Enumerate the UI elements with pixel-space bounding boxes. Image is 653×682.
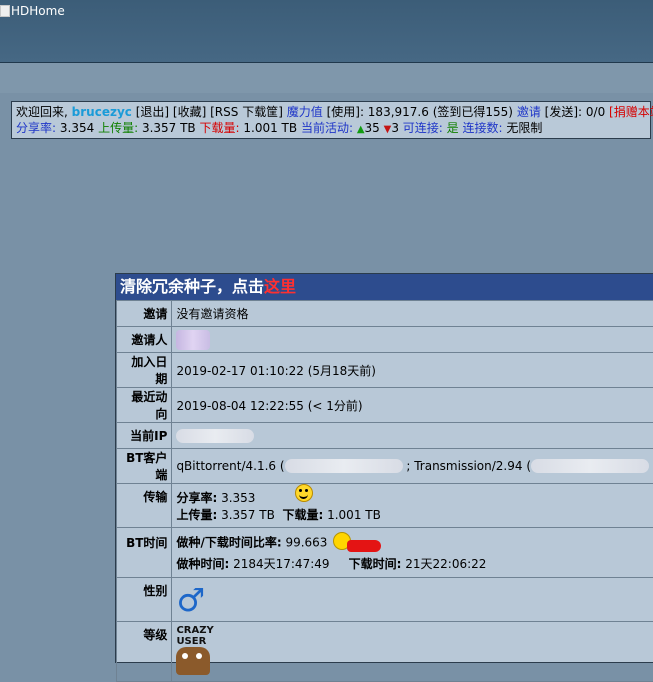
ip-value [172,423,653,449]
invite-value: 没有邀请资格 [172,301,653,327]
user-info-line-2: 分享率: 3.354 上传量: 3.357 TB 下载量: 1.001 TB 当… [16,120,646,138]
bonus-value: : 183,917.6 [360,105,429,119]
transfer-label: 传输 [117,484,172,528]
ratio-label: 分享率: [16,121,56,135]
transfer-value: 分享率: 3.353 上传量: 3.357 TB 下载量: 1.001 TB [172,484,653,528]
site-logo-alt: HDHome [11,4,65,18]
panel-title-text: 清除冗余种子，点击 [120,277,264,296]
transfer-download-label: 下载量: [282,508,323,522]
row-transfer: 传输 分享率: 3.353 上传量: 3.357 TB 下载量: 1.001 T… [117,484,653,528]
transfer-download-value: 1.001 TB [327,508,381,522]
client-value: qBittorrent/4.1.6 ( ; Transmission/2.94 … [172,449,653,484]
download-value: 1.001 TB [243,121,297,135]
rss-basket-link[interactable]: [RSS 下载筐] [210,105,283,119]
header-band [0,63,653,93]
user-info-bar: 欢迎回来, brucezyc [退出] [收藏] [RSS 下载筐] 魔力值 [… [11,101,651,139]
client-a-blurred [285,459,403,473]
bt-time-value: 做种/下载时间比率: 99.663 做种时间: 2184天17:47:49 下载… [172,528,653,578]
client-transmission: ; Transmission/2.94 ( [406,459,531,473]
active-label: 当前活动: [301,121,353,135]
ip-label: 当前IP [117,423,172,449]
bonus-use-link[interactable]: [使用] [327,105,360,119]
row-last-action: 最近动向 2019-08-04 12:22:55 (< 1分前) [117,388,653,423]
user-detail-panel: 清除冗余种子，点击这里 邀请 没有邀请资格 邀请人 加入日期 2019-02-1… [115,273,653,663]
row-client: BT客户端 qBittorrent/4.1.6 ( ; Transmission… [117,449,653,484]
invite-label: 邀请 [117,301,172,327]
male-icon: ♂ [176,581,205,619]
dl-time-value: 21天22:06:22 [405,557,486,571]
transfer-ratio-value: 3.353 [221,491,255,505]
row-joined: 加入日期 2019-02-17 01:10:22 (5月18天前) [117,353,653,388]
username-link[interactable]: brucezyc [72,105,132,119]
site-header: HDHome [0,0,653,63]
bt-time-line-2: 做种时间: 2184天17:47:49 下载时间: 21天22:06:22 [176,554,649,574]
gender-value: ♂ [172,578,653,622]
smiley-icon [295,484,313,502]
broken-image-icon [0,5,10,17]
invite-value: : 0/0 [578,105,605,119]
transfer-line-1: 分享率: 3.353 [176,490,649,507]
row-invite: 邀请 没有邀请资格 [117,301,653,327]
welcome-text: 欢迎回来, [16,105,68,119]
inviter-value [172,327,653,353]
gender-label: 性别 [117,578,172,622]
joined-value: 2019-02-17 01:10:22 (5月18天前) [172,353,653,388]
ratio-value: 3.354 [60,121,94,135]
row-ip: 当前IP [117,423,653,449]
upload-label: 上传量: [98,121,138,135]
donate-link[interactable]: [捐赠本站] [609,105,653,119]
row-class: 等级 CRAZY USER [117,622,653,682]
client-b-blurred [531,459,649,473]
transfer-upload-value: 3.357 TB [221,508,275,522]
bt-ratio-value: 99.663 [285,535,327,549]
row-bt-time: BT时间 做种/下载时间比率: 99.663 做种时间: 2184天17:47:… [117,528,653,578]
class-badge-top: CRAZY [176,625,649,636]
bonus-link[interactable]: 魔力值 [287,105,323,119]
inviter-blurred [176,330,210,350]
inviter-label: 邀请人 [117,327,172,353]
user-info-line-1: 欢迎回来, brucezyc [退出] [收藏] [RSS 下载筐] 魔力值 [… [16,104,646,120]
class-badge-bottom: USER [176,636,649,647]
row-inviter: 邀请人 [117,327,653,353]
transfer-ratio-label: 分享率: [176,491,217,505]
sleeping-emoticon-icon [333,532,381,554]
leeching-count: 3 [391,121,399,135]
seeding-count: 35 [365,121,380,135]
invite-link[interactable]: 邀请 [517,105,541,119]
transfer-line-2: 上传量: 3.357 TB 下载量: 1.001 TB [176,507,649,524]
crazy-user-icon [176,647,210,675]
connections-label: 连接数: [463,121,503,135]
last-action-label: 最近动向 [117,388,172,423]
seed-time-value: 2184天17:47:49 [233,557,329,571]
cleanup-link[interactable]: 这里 [264,277,296,296]
row-gender: 性别 ♂ [117,578,653,622]
user-detail-table: 邀请 没有邀请资格 邀请人 加入日期 2019-02-17 01:10:22 (… [116,300,653,682]
panel-title: 清除冗余种子，点击这里 [116,274,653,300]
connections-value: 无限制 [506,121,542,135]
seed-time-label: 做种时间: [176,557,229,571]
site-logo[interactable]: HDHome [0,4,65,18]
dl-time-label: 下载时间: [349,557,402,571]
signin-status: (签到已得155) [433,105,513,119]
client-qbittorrent: qBittorrent/4.1.6 ( [176,459,284,473]
connectable-value: 是 [447,121,459,135]
logout-link[interactable]: [退出] [136,105,169,119]
connectable-label: 可连接: [403,121,443,135]
invite-send-link[interactable]: [发送] [545,105,578,119]
transfer-upload-label: 上传量: [176,508,217,522]
bt-time-line-1: 做种/下载时间比率: 99.663 [176,532,649,554]
client-label: BT客户端 [117,449,172,484]
seeding-arrow-icon: ▲ [357,124,365,135]
download-label: 下载量: [200,121,240,135]
favorites-link[interactable]: [收藏] [173,105,206,119]
upload-value: 3.357 TB [142,121,196,135]
joined-label: 加入日期 [117,353,172,388]
bt-ratio-label: 做种/下载时间比率: [176,535,281,549]
last-action-value: 2019-08-04 12:22:55 (< 1分前) [172,388,653,423]
ip-blurred [176,429,254,443]
bt-time-label: BT时间 [117,528,172,578]
class-label: 等级 [117,622,172,682]
class-value: CRAZY USER [172,622,653,682]
